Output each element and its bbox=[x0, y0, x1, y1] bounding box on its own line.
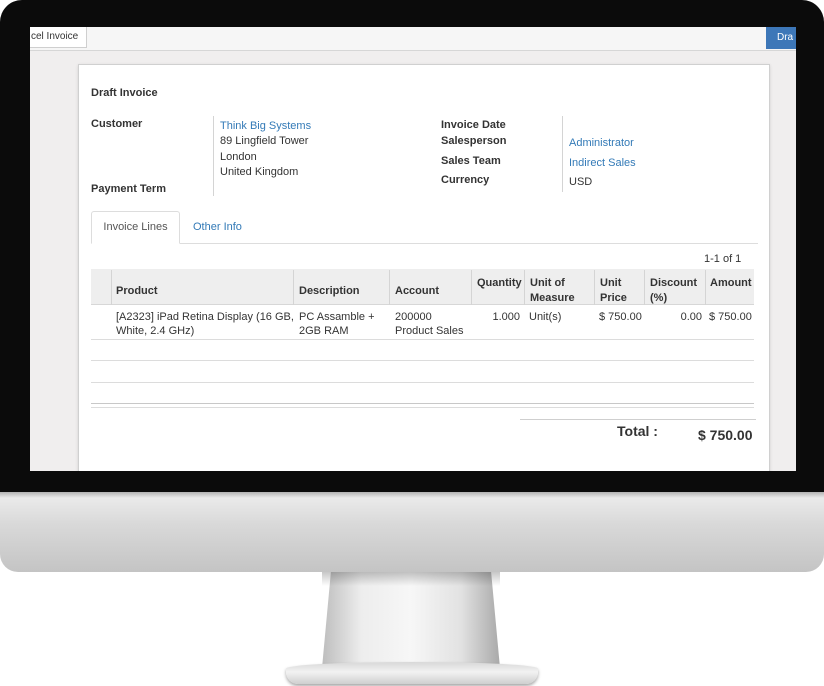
pager[interactable]: 1-1 of 1 bbox=[704, 253, 741, 265]
cell-description: PC Assamble + 2GB RAM bbox=[299, 310, 375, 338]
cell-uom: Unit(s) bbox=[529, 311, 562, 323]
screen: cel Invoice Dra Draft Invoice Customer T… bbox=[30, 27, 796, 471]
column-header-unit-price-line: Unit bbox=[600, 277, 622, 289]
column-header-discount-line: Discount bbox=[650, 277, 698, 289]
column-header-description[interactable]: Description bbox=[299, 284, 360, 299]
monitor-chin-shadow bbox=[0, 492, 824, 498]
monitor-chin bbox=[0, 492, 824, 572]
column-header-product[interactable]: Product bbox=[116, 284, 158, 299]
cell-description-line: PC Assamble + bbox=[299, 311, 375, 323]
payment-term-label: Payment Term bbox=[91, 183, 166, 195]
customer-address-line: United Kingdom bbox=[220, 166, 299, 178]
tab-invoice-lines[interactable]: Invoice Lines bbox=[91, 211, 180, 244]
monitor-stand-shadow bbox=[322, 572, 500, 586]
draft-status-button[interactable]: Dra bbox=[766, 27, 796, 49]
details-divider bbox=[562, 116, 563, 192]
customer-divider bbox=[213, 116, 214, 196]
table-footer-line bbox=[91, 403, 754, 404]
cell-description-line: 2GB RAM bbox=[299, 325, 349, 337]
cell-product: [A2323] iPad Retina Display (16 GB, Whit… bbox=[116, 310, 294, 338]
customer-link[interactable]: Think Big Systems bbox=[220, 120, 311, 132]
column-divider bbox=[389, 270, 390, 305]
column-divider bbox=[705, 270, 706, 305]
salesperson-link[interactable]: Administrator bbox=[569, 137, 634, 149]
cell-quantity: 1.000 bbox=[492, 311, 520, 323]
column-header-uom-line: Unit of bbox=[530, 277, 565, 289]
invoice-form-sheet: Draft Invoice Customer Think Big Systems… bbox=[78, 64, 770, 471]
total-amount: $ 750.00 bbox=[698, 427, 753, 443]
column-header-quantity[interactable]: Quantity bbox=[477, 276, 522, 291]
column-divider bbox=[111, 270, 112, 305]
column-divider bbox=[644, 270, 645, 305]
customer-address-line: 89 Lingfield Tower bbox=[220, 135, 309, 147]
table-footer-line bbox=[91, 407, 754, 408]
column-header-discount-line: (%) bbox=[650, 292, 668, 304]
cell-product-line: [A2323] iPad Retina Display (16 GB, bbox=[116, 311, 294, 323]
cell-discount: 0.00 bbox=[680, 311, 702, 323]
row-separator bbox=[91, 339, 754, 340]
cell-account-line: Product Sales bbox=[395, 325, 464, 337]
sales-team-link[interactable]: Indirect Sales bbox=[569, 157, 636, 169]
column-header-uom[interactable]: Unit of Measure bbox=[530, 276, 575, 306]
cell-amount: $ 750.00 bbox=[709, 311, 752, 323]
column-header-unit-price-line: Price bbox=[600, 292, 627, 304]
total-separator bbox=[520, 419, 756, 420]
column-header-account[interactable]: Account bbox=[395, 284, 439, 299]
column-header-discount[interactable]: Discount (%) bbox=[650, 276, 697, 306]
customer-address-line: London bbox=[220, 151, 257, 163]
form-title: Draft Invoice bbox=[91, 87, 158, 99]
cell-unit-price: $ 750.00 bbox=[599, 311, 642, 323]
total-label: Total : bbox=[617, 423, 658, 439]
currency-value: USD bbox=[569, 176, 593, 188]
row-separator bbox=[91, 382, 754, 383]
column-divider bbox=[471, 270, 472, 305]
customer-label: Customer bbox=[91, 118, 143, 130]
column-divider bbox=[524, 270, 525, 305]
salesperson-label: Salesperson bbox=[441, 135, 507, 147]
column-divider bbox=[293, 270, 294, 305]
cancel-invoice-button[interactable]: cel Invoice bbox=[30, 27, 88, 48]
tab-other-info[interactable]: Other Info bbox=[193, 221, 242, 233]
invoice-date-label: Invoice Date bbox=[441, 119, 506, 131]
action-toolbar: cel Invoice Dra bbox=[30, 27, 796, 51]
cell-account: 200000 Product Sales bbox=[395, 310, 463, 338]
currency-label: Currency bbox=[441, 174, 490, 186]
sales-team-label: Sales Team bbox=[441, 155, 501, 167]
cell-product-line: White, 2.4 GHz) bbox=[116, 325, 195, 337]
monitor-stand-neck bbox=[322, 572, 500, 668]
tabs-baseline bbox=[91, 243, 758, 244]
cell-account-line: 200000 bbox=[395, 311, 432, 323]
column-header-uom-line: Measure bbox=[530, 292, 575, 304]
column-divider bbox=[594, 270, 595, 305]
column-header-unit-price[interactable]: Unit Price bbox=[600, 276, 627, 306]
column-header-amount[interactable]: Amount bbox=[710, 276, 752, 291]
row-separator bbox=[91, 360, 754, 361]
monitor-stand-foot bbox=[286, 662, 538, 684]
